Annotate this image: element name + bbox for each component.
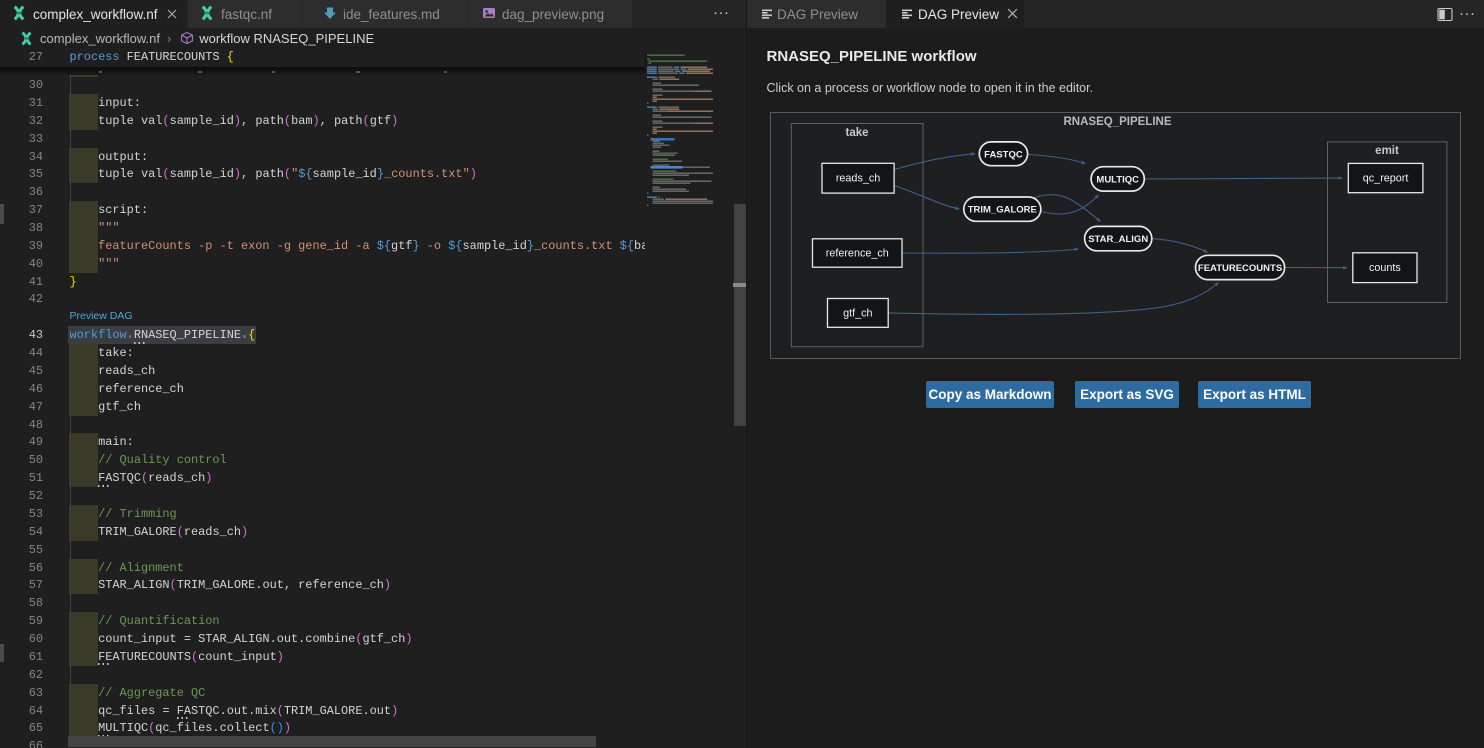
svg-text:FASTQC: FASTQC — [984, 150, 1023, 161]
svg-text:gtf_ch: gtf_ch — [843, 308, 872, 320]
svg-text:FEATURECOUNTS: FEATURECOUNTS — [1197, 263, 1281, 274]
svg-text:reference_ch: reference_ch — [825, 248, 888, 260]
svg-text:qc_report: qc_report — [1362, 173, 1408, 185]
svg-text:emit: emit — [1375, 145, 1399, 157]
svg-text:TRIM_GALORE: TRIM_GALORE — [967, 205, 1036, 216]
svg-text:RNASEQ_PIPELINE: RNASEQ_PIPELINE — [1063, 116, 1171, 128]
svg-text:MULTIQC: MULTIQC — [1096, 175, 1139, 186]
svg-text:counts: counts — [1368, 263, 1400, 275]
svg-text:reads_ch: reads_ch — [835, 173, 879, 185]
svg-text:STAR_ALIGN: STAR_ALIGN — [1088, 234, 1148, 245]
svg-text:take: take — [845, 127, 868, 139]
